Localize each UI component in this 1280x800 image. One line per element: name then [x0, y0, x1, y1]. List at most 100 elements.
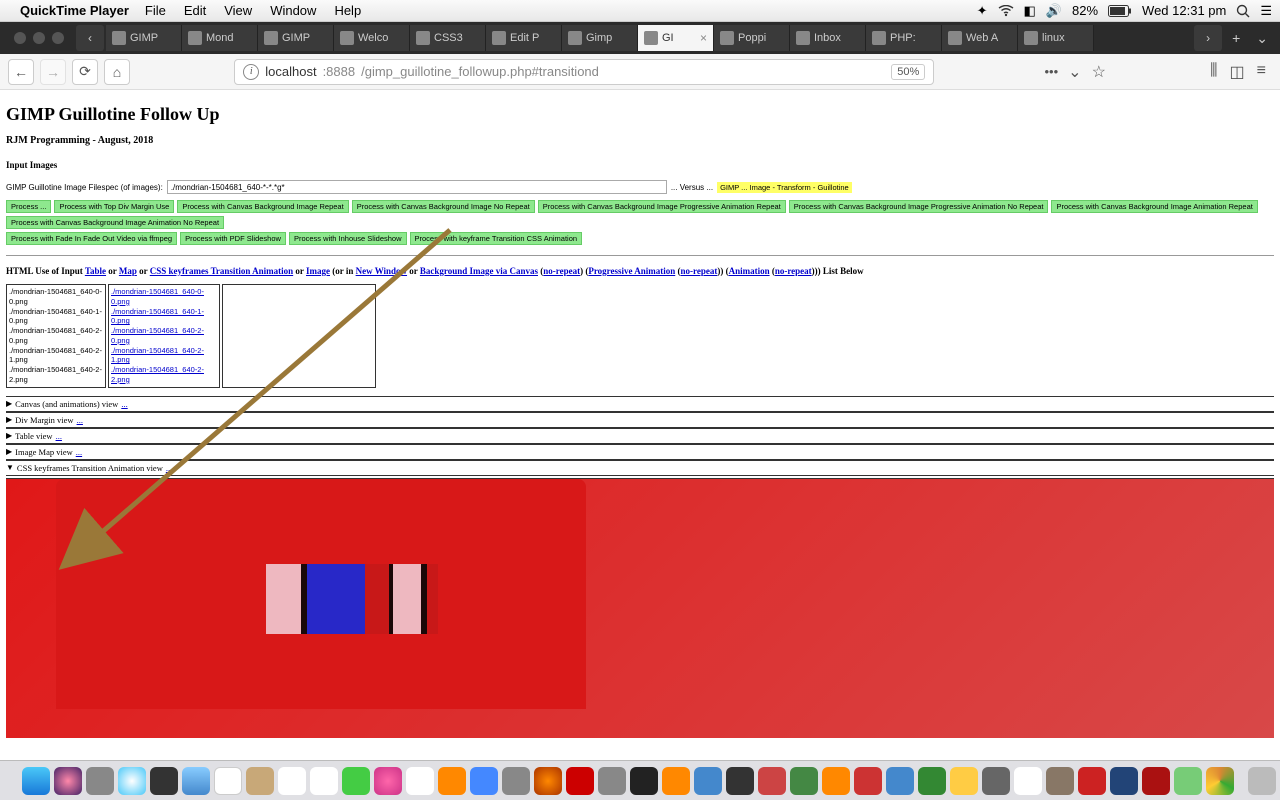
dock-itunes-icon[interactable] [374, 767, 402, 795]
details-dots[interactable]: ... [166, 463, 172, 473]
browser-tab[interactable]: Inbox [790, 25, 866, 51]
image-link[interactable]: ./mondrian-1504681_640-1-0.png [111, 307, 217, 327]
image-link[interactable]: ./mondrian-1504681_640-0-0.png [111, 287, 217, 307]
page-actions-icon[interactable]: ••• [1045, 64, 1059, 79]
browser-tab[interactable]: Mond [182, 25, 258, 51]
menu-view[interactable]: View [224, 3, 252, 18]
zoom-light[interactable] [52, 32, 64, 44]
dock-app-icon[interactable] [1014, 767, 1042, 795]
tabs-scroll-right[interactable]: › [1194, 25, 1222, 51]
spotlight-icon[interactable] [1236, 4, 1250, 18]
dock-appstore-icon[interactable] [470, 767, 498, 795]
close-light[interactable] [14, 32, 26, 44]
details-dots[interactable]: ... [77, 415, 83, 425]
close-icon[interactable]: × [700, 31, 707, 45]
dock-reminders-icon[interactable] [310, 767, 338, 795]
process-button[interactable]: Process with Canvas Background Image Pro… [538, 200, 786, 213]
process-button[interactable]: Process with keyframe Transition CSS Ani… [410, 232, 583, 245]
link-bg-image-canvas[interactable]: Background Image via Canvas [420, 266, 538, 276]
image-link[interactable]: ./mondrian-1504681_640-2-0.png [111, 326, 217, 346]
dock-photos-icon[interactable] [406, 767, 434, 795]
details-dots[interactable]: ... [121, 399, 127, 409]
dock-app-icon[interactable] [854, 767, 882, 795]
dock-messages-icon[interactable] [342, 767, 370, 795]
dock-filezilla-icon[interactable] [566, 767, 594, 795]
link-norepeat-2[interactable]: no-repeat [681, 266, 718, 276]
dock-ibooks-icon[interactable] [438, 767, 466, 795]
link-css-keyframes[interactable]: CSS keyframes Transition Animation [150, 266, 293, 276]
details-dots[interactable]: ... [56, 431, 62, 441]
clock[interactable]: Wed 12:31 pm [1142, 3, 1226, 18]
link-new-window[interactable]: New Window [356, 266, 407, 276]
dock-audacity-icon[interactable] [662, 767, 690, 795]
process-button[interactable]: Process with Top Div Margin Use [54, 200, 174, 213]
dock-opera-icon[interactable] [1078, 767, 1106, 795]
link-progressive-animation[interactable]: Progressive Animation [588, 266, 675, 276]
forward-button[interactable]: → [40, 59, 66, 85]
dock-dashboard-icon[interactable] [150, 767, 178, 795]
dock-chrome-icon[interactable] [1206, 767, 1234, 795]
bookmark-star-icon[interactable]: ☆ [1092, 62, 1106, 82]
dock-calendar-icon[interactable] [214, 767, 242, 795]
link-image[interactable]: Image [306, 266, 330, 276]
process-button[interactable]: Process with Canvas Background Image No … [352, 200, 535, 213]
dock-app-icon[interactable] [918, 767, 946, 795]
details-toggle[interactable]: ▶Div Margin view ... [6, 412, 1274, 428]
menu-window[interactable]: Window [270, 3, 316, 18]
wifi-icon[interactable] [998, 5, 1014, 17]
reload-button[interactable]: ⟳ [72, 59, 98, 85]
menu-icon[interactable]: ☰ [1260, 3, 1272, 19]
browser-tab[interactable]: GIMP [258, 25, 334, 51]
details-toggle[interactable]: ▼CSS keyframes Transition Animation view… [6, 460, 1274, 476]
dock-preview-icon[interactable] [694, 767, 722, 795]
dock-mail-icon[interactable] [182, 767, 210, 795]
process-button[interactable]: Process with PDF Slideshow [180, 232, 286, 245]
battery-icon[interactable] [1108, 5, 1132, 17]
image-link[interactable]: ./mondrian-1504681_640-2-2.png [111, 365, 217, 385]
process-button[interactable]: Process with Inhouse Slideshow [289, 232, 407, 245]
process-button[interactable]: Process with Canvas Background Image Rep… [177, 200, 348, 213]
details-toggle[interactable]: ▶Image Map view ... [6, 444, 1274, 460]
process-button[interactable]: Process with Canvas Background Image Ani… [6, 216, 224, 229]
dock-terminal-icon[interactable] [630, 767, 658, 795]
browser-tab[interactable]: Poppi [714, 25, 790, 51]
dock-vscode-icon[interactable] [1110, 767, 1138, 795]
dock-contacts-icon[interactable] [246, 767, 274, 795]
screen-icon[interactable]: ◧ [1024, 3, 1036, 19]
dock-notes-icon[interactable] [278, 767, 306, 795]
dock-app-icon[interactable] [790, 767, 818, 795]
address-box[interactable]: i localhost:8888/gimp_guillotine_followu… [234, 59, 934, 85]
volume-icon[interactable]: 🔊 [1046, 3, 1062, 19]
browser-tab[interactable]: GIMP [106, 25, 182, 51]
dock-app-icon[interactable] [758, 767, 786, 795]
tabs-dropdown[interactable]: ⌄ [1248, 30, 1276, 47]
dock-gimp-icon[interactable] [1046, 767, 1074, 795]
process-button[interactable]: Process ... [6, 200, 51, 213]
details-toggle[interactable]: ▶Table view ... [6, 428, 1274, 444]
image-link[interactable]: ./mondrian-1504681_640-2-1.png [111, 346, 217, 366]
process-button[interactable]: Process with Canvas Background Image Ani… [1051, 200, 1257, 213]
details-dots[interactable]: ... [76, 447, 82, 457]
browser-tab[interactable]: linux [1018, 25, 1094, 51]
dock-finder-icon[interactable] [22, 767, 50, 795]
process-button[interactable]: Process with Canvas Background Image Pro… [789, 200, 1049, 213]
dock-app-icon[interactable] [1174, 767, 1202, 795]
home-button[interactable]: ⌂ [104, 59, 130, 85]
link-table[interactable]: Table [85, 266, 106, 276]
hamburger-icon[interactable]: ≡ [1257, 62, 1266, 82]
macos-dock[interactable] [0, 760, 1280, 800]
browser-tab[interactable]: Gimp [562, 25, 638, 51]
browser-tab[interactable]: PHP: [866, 25, 942, 51]
tabs-scroll-left[interactable]: ‹ [76, 25, 104, 51]
browser-tab[interactable]: CSS3 [410, 25, 486, 51]
link-map[interactable]: Map [119, 266, 137, 276]
dock-app-icon[interactable] [822, 767, 850, 795]
site-info-icon[interactable]: i [243, 64, 259, 80]
dock-safari-icon[interactable] [118, 767, 146, 795]
process-button[interactable]: Process with Fade In Fade Out Video via … [6, 232, 177, 245]
browser-tab[interactable]: Web A [942, 25, 1018, 51]
avast-icon[interactable]: ✦ [977, 3, 988, 19]
menu-help[interactable]: Help [334, 3, 361, 18]
sidebar-icon[interactable]: ◫ [1230, 62, 1245, 82]
dock-firefox-icon[interactable] [534, 767, 562, 795]
